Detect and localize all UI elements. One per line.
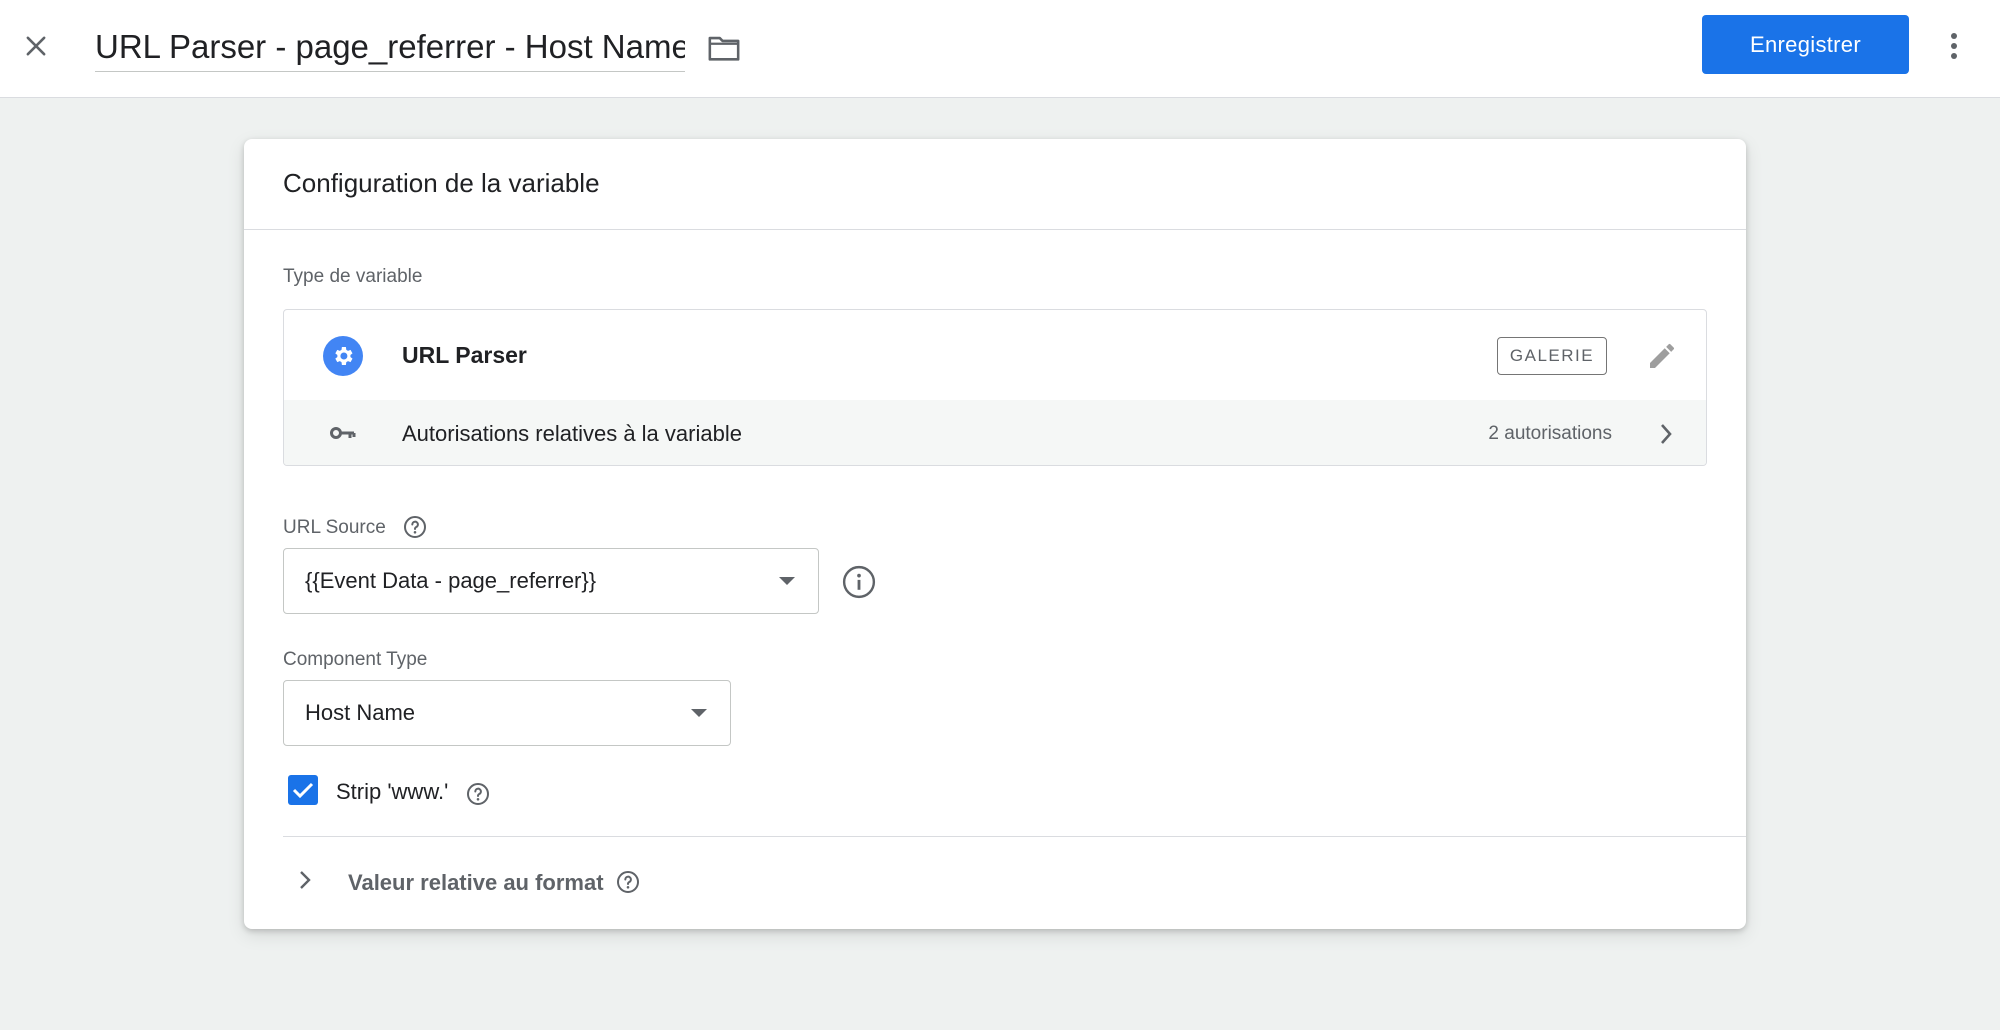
chevron-right-icon (295, 867, 315, 893)
card-title: Configuration de la variable (283, 168, 600, 198)
format-value-section[interactable]: Valeur relative au format (283, 837, 1707, 929)
permissions-label: Autorisations relatives à la variable (402, 421, 742, 446)
gallery-badge: GALERIE (1497, 337, 1607, 375)
help-icon[interactable] (616, 870, 640, 894)
help-icon[interactable] (403, 515, 427, 539)
component-type-value: Host Name (305, 700, 416, 725)
format-value-label: Valeur relative au format (348, 870, 604, 895)
variable-type-row[interactable]: URL Parser GALERIE (284, 310, 1706, 401)
url-source-select[interactable]: {{Event Data - page_referrer}} (283, 548, 819, 614)
close-icon[interactable] (16, 26, 56, 66)
url-source-label: URL Source (283, 517, 386, 538)
variable-name-input[interactable] (95, 22, 685, 72)
variable-configuration-card: Configuration de la variable Type de var… (244, 139, 1746, 929)
info-icon[interactable] (841, 564, 877, 600)
strip-www-label: Strip 'www.' (336, 779, 449, 804)
folder-icon[interactable] (704, 28, 744, 68)
component-type-select[interactable]: Host Name (283, 680, 731, 746)
gear-icon (323, 336, 363, 376)
variable-type-box: URL Parser GALERIE Autorisations relativ… (283, 309, 1707, 466)
save-button[interactable]: Enregistrer (1702, 15, 1909, 74)
variable-permissions-row[interactable]: Autorisations relatives à la variable 2 … (284, 400, 1706, 465)
card-header: Configuration de la variable (244, 139, 1746, 230)
component-type-label: Component Type (283, 649, 428, 670)
variable-type-name: URL Parser (402, 342, 527, 368)
top-bar: Enregistrer (0, 0, 2000, 98)
permissions-count: 2 autorisations (1488, 423, 1612, 444)
more-vert-icon[interactable] (1938, 26, 1970, 66)
strip-www-checkbox[interactable] (288, 775, 318, 805)
help-icon[interactable] (466, 782, 490, 806)
variable-type-label: Type de variable (283, 266, 423, 287)
chevron-right-icon (1653, 420, 1679, 448)
key-icon (328, 420, 358, 446)
pencil-icon[interactable] (1642, 336, 1682, 376)
dropdown-arrow-icon (779, 577, 795, 585)
dropdown-arrow-icon (691, 709, 707, 717)
url-source-value: {{Event Data - page_referrer}} (305, 568, 597, 593)
